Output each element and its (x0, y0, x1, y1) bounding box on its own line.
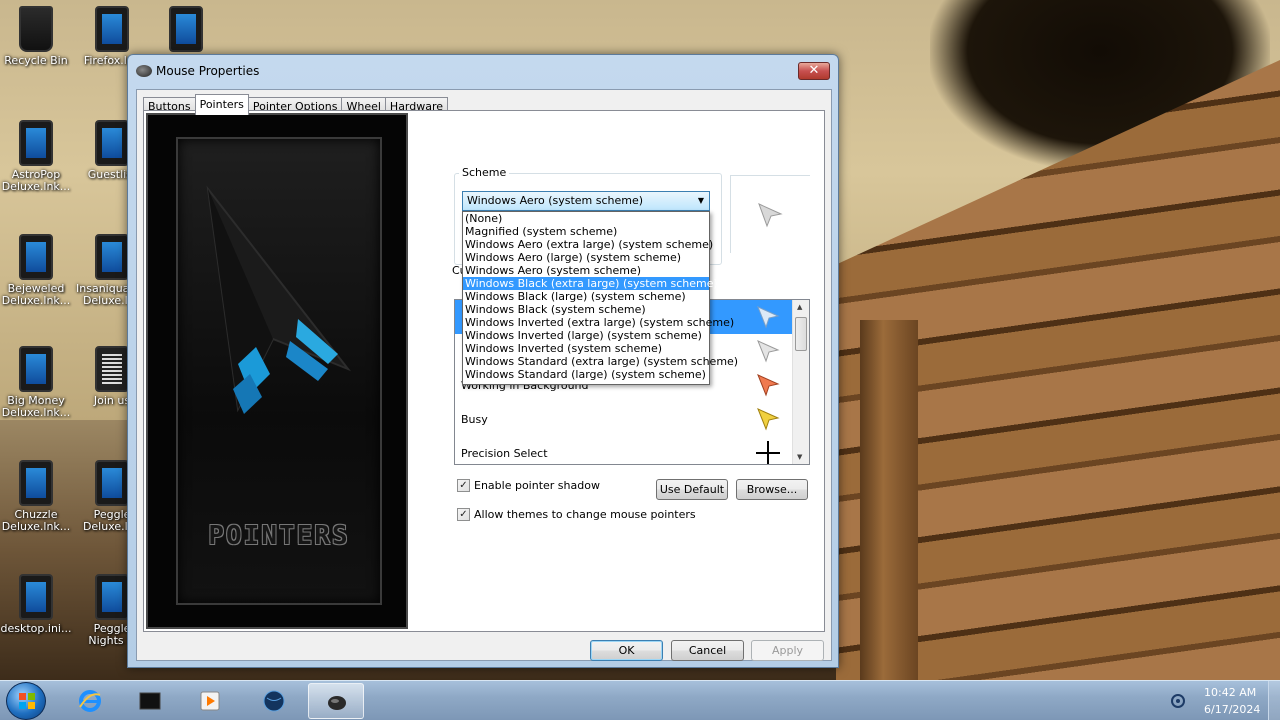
cancel-button[interactable]: Cancel (671, 640, 744, 661)
tab-pointers[interactable]: Pointers (194, 94, 249, 115)
shortcut-icon (19, 460, 53, 506)
desktop-icon-label: Recycle Bin (4, 54, 68, 67)
shortcut-icon (19, 120, 53, 166)
desktop-icon-chuzzle[interactable]: Chuzzle Deluxe.lnk... (0, 460, 72, 533)
cursor-preview (730, 175, 810, 253)
pointers-tab-page: POINTERS Scheme Windows Aero (system sch… (143, 110, 825, 632)
desktop-icon-label: Bejeweled Deluxe.lnk... (1, 282, 71, 307)
shortcut-icon (19, 234, 53, 280)
terminal-icon (139, 692, 161, 710)
desktop-icon-bejeweled[interactable]: Bejeweled Deluxe.lnk... (0, 234, 72, 307)
clock-time[interactable]: 10:42 AM (1204, 686, 1256, 699)
internet-explorer-icon (79, 690, 101, 712)
desktop-icon-label: Big Money Deluxe.lnk... (1, 394, 71, 419)
cursor-name: Busy (461, 413, 488, 426)
list-scrollbar[interactable]: ▲ ▼ (792, 300, 809, 464)
windows-logo-icon (19, 693, 35, 709)
scheme-option[interactable]: Windows Black (large) (system scheme) (463, 290, 709, 303)
desktop-icon-recycle-bin[interactable]: Recycle Bin (0, 6, 72, 67)
shortcut-icon (95, 6, 129, 52)
taskbar-internet-explorer[interactable] (62, 683, 118, 719)
scheme-option[interactable]: Windows Aero (extra large) (system schem… (463, 238, 713, 251)
cursor-row[interactable]: Precision Select (455, 436, 793, 464)
taskbar: 10:42 AM 6/17/2024 (0, 680, 1280, 720)
arrow-logo-icon (206, 185, 352, 414)
shortcut-icon (95, 460, 129, 506)
scheme-option[interactable]: Windows Black (system scheme) (463, 303, 709, 316)
taskbar-mouse-properties[interactable] (308, 683, 364, 719)
ok-button[interactable]: OK (590, 640, 663, 661)
desktop-icon-label: desktop.ini... (0, 622, 72, 635)
scroll-thumb[interactable] (795, 317, 807, 351)
scheme-selected-value: Windows Aero (system scheme) (467, 194, 644, 207)
taskbar-media-player[interactable] (182, 683, 238, 719)
shortcut-icon (95, 574, 129, 620)
title-bar[interactable]: Mouse Properties ✕ (128, 55, 838, 85)
mouse-icon (328, 696, 346, 710)
shortcut-icon (19, 574, 53, 620)
scheme-option[interactable]: Windows Inverted (extra large) (system s… (463, 316, 734, 329)
shortcut-icon (95, 120, 129, 166)
document-icon (95, 346, 129, 392)
globe-icon (263, 690, 285, 712)
scheme-dropdown[interactable]: Windows Aero (system scheme) ▼ (462, 191, 710, 211)
wallpaper-post (860, 320, 918, 680)
close-button[interactable]: ✕ (798, 62, 830, 80)
desktop-icon-label: Chuzzle Deluxe.lnk... (1, 508, 71, 533)
busy-icon (757, 408, 780, 431)
scheme-option[interactable]: (None) (463, 212, 709, 225)
shortcut-icon (95, 234, 129, 280)
allow-themes-checkbox[interactable]: ✓ (457, 508, 470, 521)
taskbar-globe[interactable] (246, 683, 302, 719)
scroll-down-icon[interactable]: ▼ (797, 453, 802, 461)
crosshair-icon (756, 441, 780, 464)
chevron-down-icon: ▼ (697, 196, 704, 205)
cursor-name: Precision Select (461, 447, 548, 460)
working-icon (757, 374, 780, 397)
scroll-up-icon[interactable]: ▲ (797, 303, 802, 311)
enable-shadow-checkbox[interactable]: ✓ (457, 479, 470, 492)
desktop-icon-big-money[interactable]: Big Money Deluxe.lnk... (0, 346, 72, 419)
mouse-properties-window: Mouse Properties ✕ Buttons Pointers Poin… (127, 54, 839, 668)
desktop-icon-desktop-ini[interactable]: desktop.ini... (0, 574, 72, 635)
desktop-icon-astropop[interactable]: AstroPop Deluxe.lnk... (0, 120, 72, 193)
arrow-blue-icon (757, 306, 780, 329)
show-desktop-button[interactable] (1268, 681, 1280, 720)
scheme-option[interactable]: Windows Inverted (large) (system scheme) (463, 329, 709, 342)
browse-button[interactable]: Browse... (736, 479, 808, 500)
desktop-icon-app[interactable] (150, 6, 222, 55)
window-title: Mouse Properties (156, 64, 260, 78)
scheme-option[interactable]: Windows Aero (large) (system scheme) (463, 251, 709, 264)
scheme-option[interactable]: Windows Standard (extra large) (system s… (463, 355, 738, 368)
enable-shadow-label: Enable pointer shadow (474, 479, 600, 492)
use-default-button[interactable]: Use Default (656, 479, 728, 500)
allow-themes-label: Allow themes to change mouse pointers (474, 508, 696, 521)
pointers-artwork: POINTERS (146, 113, 408, 629)
media-player-icon (200, 691, 220, 711)
network-icon[interactable] (1170, 693, 1186, 709)
desktop-icon-label: AstroPop Deluxe.lnk... (1, 168, 71, 193)
scheme-option-highlighted[interactable]: Windows Black (extra large) (system sche… (463, 277, 718, 290)
apply-button[interactable]: Apply (751, 640, 824, 661)
arrow-preview-icon (758, 203, 783, 228)
mouse-icon (136, 65, 152, 77)
cursor-row[interactable]: Busy (455, 402, 793, 436)
scheme-option[interactable]: Windows Inverted (system scheme) (463, 342, 709, 355)
scheme-option[interactable]: Magnified (system scheme) (463, 225, 709, 238)
dialog-client-area: Buttons Pointers Pointer Options Wheel H… (136, 89, 832, 661)
scheme-label: Scheme (459, 166, 510, 179)
help-select-icon (757, 340, 780, 363)
recycle-bin-icon (19, 6, 53, 52)
clock-date[interactable]: 6/17/2024 (1204, 703, 1260, 716)
scheme-option[interactable]: Windows Aero (system scheme) (463, 264, 709, 277)
start-button[interactable] (6, 682, 46, 720)
shortcut-icon (19, 346, 53, 392)
scheme-option[interactable]: Windows Standard (large) (system scheme) (463, 368, 709, 381)
pointers-wordmark: POINTERS (208, 521, 350, 551)
scheme-dropdown-list[interactable]: (None) Magnified (system scheme) Windows… (462, 211, 738, 385)
shortcut-icon (169, 6, 203, 52)
taskbar-terminal[interactable] (122, 683, 178, 719)
